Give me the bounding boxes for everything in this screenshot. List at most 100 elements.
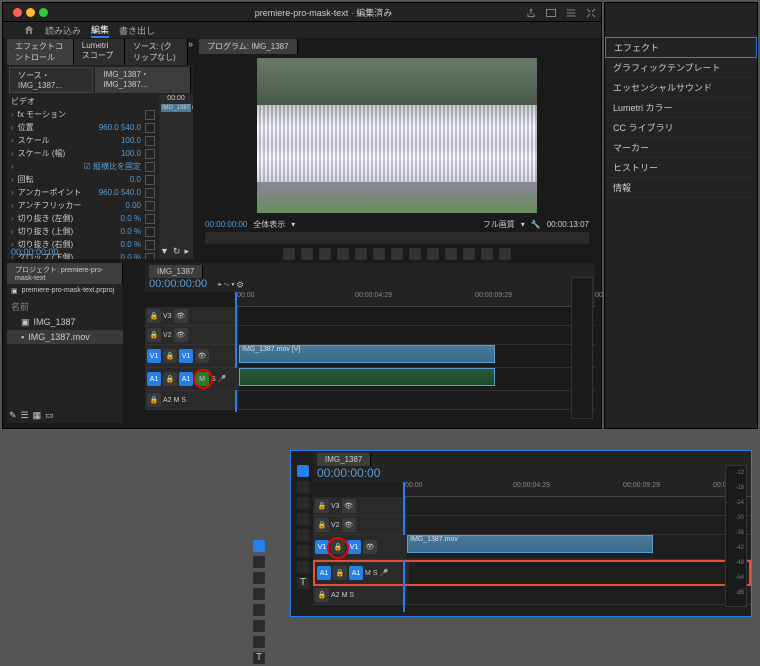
keyframe-icon[interactable] (145, 162, 155, 172)
fx-value[interactable]: ☑ 縦横比を固定 (84, 161, 141, 172)
settings-icon[interactable]: ⚙ (237, 280, 243, 289)
compare-icon[interactable] (481, 248, 493, 260)
share-icon[interactable] (525, 7, 537, 19)
toggle-output-icon[interactable]: 👁 (195, 349, 209, 363)
maximize-icon[interactable] (39, 8, 48, 17)
pen-icon[interactable]: ✎ (9, 410, 17, 421)
fx-value[interactable]: 100.0 (121, 149, 141, 158)
razor-tool-icon[interactable] (253, 588, 265, 600)
step-back-icon[interactable] (355, 248, 367, 260)
track-a1[interactable]: A1🔒A1MS🎤 (145, 368, 595, 391)
slip-tool-icon[interactable] (297, 529, 309, 541)
track-select-tool-icon[interactable] (297, 481, 309, 493)
tab-lumetri[interactable]: Lumetri スコープ (74, 39, 125, 65)
video-preview[interactable] (257, 58, 537, 213)
program-tab[interactable]: プログラム: IMG_1387 (199, 39, 298, 54)
menu-export[interactable]: 書き出し (119, 24, 155, 37)
lock-icon[interactable]: 🔒 (147, 393, 161, 407)
fx-value[interactable]: 0.0 (130, 175, 141, 184)
side-item[interactable]: エフェクト (605, 37, 757, 58)
keyframe-icon[interactable] (145, 110, 155, 120)
tab-source[interactable]: ソース: (クリップなし) (125, 39, 188, 65)
mark-out-icon[interactable] (319, 248, 331, 260)
plus-icon[interactable] (499, 248, 511, 260)
zoom-select[interactable]: 全体表示 (253, 219, 285, 230)
freeform-icon[interactable]: ▭ (45, 410, 54, 421)
side-item[interactable]: エッセンシャルサウンド (605, 78, 757, 98)
hand-tool-icon[interactable] (297, 561, 309, 573)
video-clip[interactable]: IMG_1387.mov [V] (239, 345, 495, 363)
minimize-icon[interactable] (26, 8, 35, 17)
add-marker-icon[interactable] (283, 248, 295, 260)
current-clip[interactable]: IMG_1387・IMG_1387... (95, 67, 191, 93)
program-tc[interactable]: 00:00:00:00 (205, 220, 247, 229)
lock-icon[interactable]: 🔒 (163, 349, 177, 363)
ripple-tool-icon[interactable] (253, 572, 265, 584)
tab-effect-controls[interactable]: エフェクトコントロール (7, 39, 74, 65)
fx-value[interactable]: 960.0 540.0 (99, 188, 141, 197)
fx-value[interactable]: 0.0 % (121, 214, 141, 223)
source-v1[interactable]: V1 (147, 349, 161, 363)
sequence-tab[interactable]: IMG_1387 (149, 265, 203, 278)
lock-icon[interactable]: 🔒 (331, 540, 345, 554)
wrench-icon[interactable]: ▸ (184, 246, 189, 257)
solo-icon[interactable]: S (211, 376, 216, 383)
snap-icon[interactable]: ⌖ (217, 280, 222, 289)
fx-value[interactable]: 960.0 540.0 (99, 123, 141, 132)
col-name[interactable]: 名前 (7, 298, 123, 315)
keyframe-icon[interactable] (145, 214, 155, 224)
timeline-tc[interactable]: 00:00:00:00 (149, 278, 207, 290)
mark-in-icon[interactable] (301, 248, 313, 260)
filter-icon[interactable]: ▼ (160, 246, 169, 257)
time-ruler[interactable]: 00:00 00:00:04:29 00:00:09:29 00:00 (235, 292, 595, 307)
keyframe-icon[interactable] (145, 227, 155, 237)
icon-view-icon[interactable]: ▦ (33, 410, 42, 421)
project-tab[interactable]: プロジェクト: premiere-pro-mask-text (7, 263, 123, 284)
side-item[interactable]: CC ライブラリ (605, 118, 757, 138)
fx-value[interactable]: 0.00 (125, 201, 141, 210)
bin-icon[interactable]: ▣ (11, 287, 18, 295)
selection-tool-icon[interactable] (253, 540, 265, 552)
pen-tool-icon[interactable] (253, 620, 265, 632)
proj-item-clip[interactable]: ▪IMG_1387.mov (7, 330, 123, 344)
keyframe-icon[interactable] (145, 136, 155, 146)
lift-icon[interactable] (427, 248, 439, 260)
video-clip[interactable]: IMG_1387.mov (407, 535, 653, 553)
type-tool-icon[interactable]: T (253, 652, 265, 664)
quality-select[interactable]: フル画質 (483, 219, 515, 230)
mute-icon[interactable]: M (174, 397, 180, 404)
program-scrubber[interactable] (205, 232, 589, 244)
list-view-icon[interactable]: ☰ (21, 410, 29, 421)
lock-icon[interactable]: 🔒 (147, 328, 161, 342)
export-frame-icon[interactable] (463, 248, 475, 260)
track-v1[interactable]: V1🔒V1👁 IMG_1387.mov (313, 535, 751, 560)
wrench-icon[interactable]: 🔧 (531, 220, 541, 229)
keyframe-icon[interactable] (145, 253, 155, 260)
slip-tool-icon[interactable] (253, 604, 265, 616)
workspace-icon[interactable] (545, 7, 557, 19)
fx-value[interactable]: 0.0 % (121, 240, 141, 249)
fx-value[interactable]: 100.0 (121, 136, 141, 145)
close-icon[interactable] (13, 8, 22, 17)
keyframe-icon[interactable] (145, 149, 155, 159)
menu-import[interactable]: 読み込み (45, 24, 81, 37)
audio-clip[interactable] (239, 368, 495, 386)
track-v1[interactable]: V1🔒V1👁 IMG_1387.mov [V] (145, 345, 595, 368)
source-a1[interactable]: A1 (147, 372, 161, 386)
keyframe-icon[interactable] (145, 188, 155, 198)
selection-tool-icon[interactable] (297, 465, 309, 477)
more-icon[interactable]: » (188, 39, 193, 65)
menu-icon[interactable] (565, 7, 577, 19)
voiceover-icon[interactable]: 🎤 (218, 375, 227, 383)
go-in-icon[interactable] (337, 248, 349, 260)
track-v2[interactable]: 🔒V2👁 (145, 326, 595, 345)
time-ruler[interactable]: 00:00 00:00:04:29 00:00:09:29 00:00 (403, 482, 751, 497)
track-v2[interactable]: 🔒V2👁 (313, 516, 751, 535)
side-item[interactable]: 情報 (605, 178, 757, 198)
linked-icon[interactable]: ∿ (224, 280, 229, 289)
razor-tool-icon[interactable] (297, 513, 309, 525)
timeline-tc[interactable]: 00:00:00:00 (317, 466, 380, 480)
track-v3[interactable]: 🔒V3👁 (313, 497, 751, 516)
keyframe-icon[interactable] (145, 201, 155, 211)
sequence-tab[interactable]: IMG_1387 (317, 453, 371, 466)
